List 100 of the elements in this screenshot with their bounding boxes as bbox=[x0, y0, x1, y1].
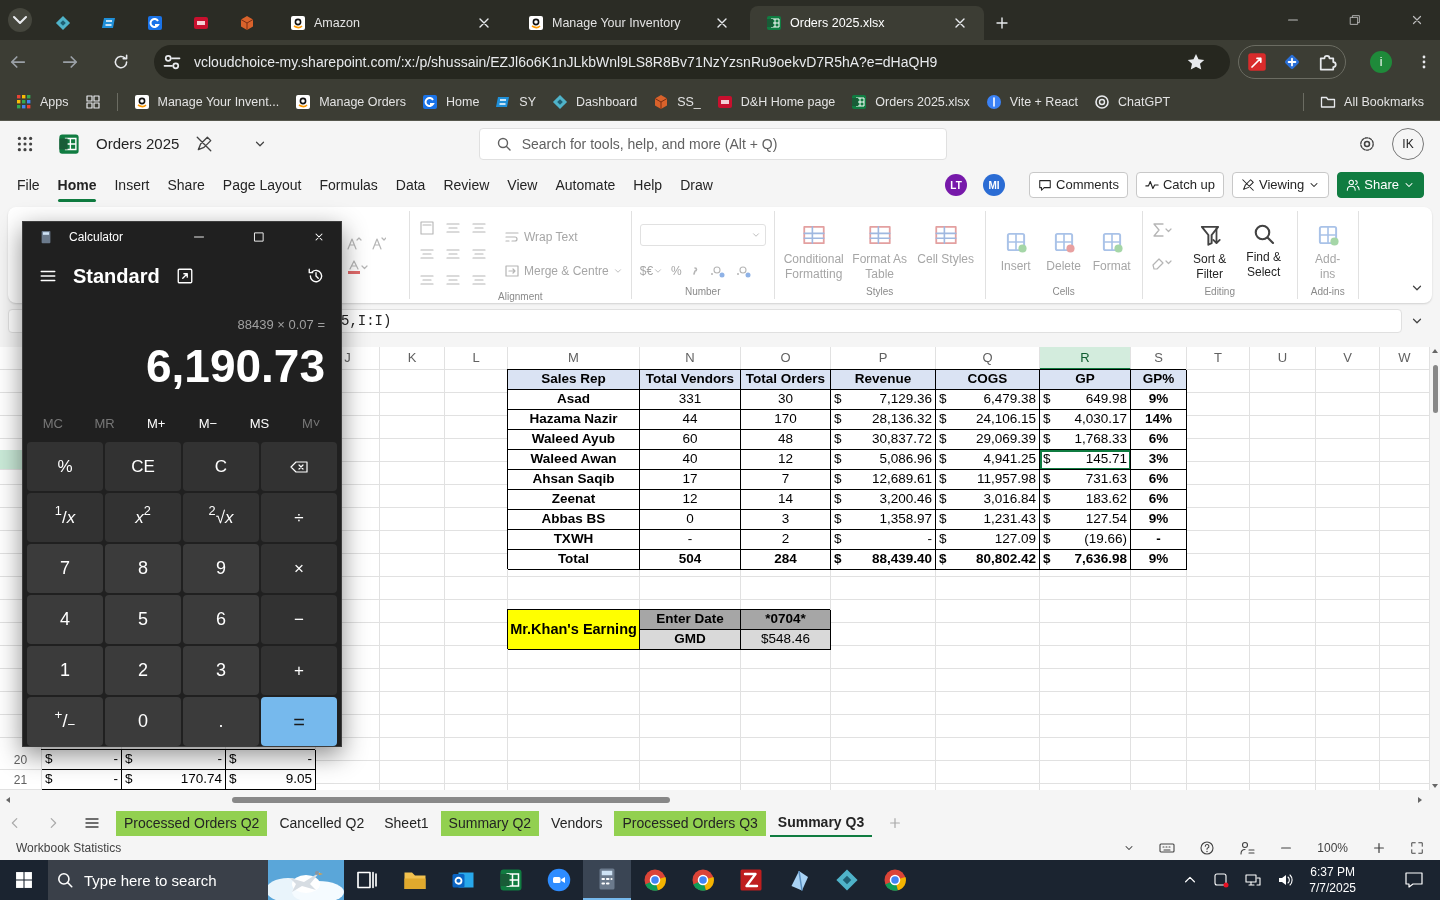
table-cell[interactable]: 12 bbox=[741, 450, 831, 470]
table-cell[interactable]: 48 bbox=[741, 430, 831, 450]
table-cell[interactable]: $ 3,200.46 bbox=[831, 490, 936, 510]
table-cell[interactable]: 0 bbox=[640, 510, 741, 530]
browser-tab[interactable]: Amazon bbox=[274, 6, 508, 40]
table-cell[interactable]: $ 7,129.36 bbox=[831, 390, 936, 410]
table-cell[interactable]: $ - bbox=[831, 530, 936, 550]
bookmark-link[interactable]: D&H Home page bbox=[716, 92, 836, 112]
calculator-key[interactable]: × bbox=[261, 544, 337, 593]
memory-button[interactable]: M− bbox=[182, 412, 234, 434]
sheet-tab[interactable]: Vendors bbox=[543, 810, 611, 836]
table-cell[interactable]: $ 11,957.98 bbox=[936, 470, 1040, 490]
menu-tab[interactable]: Insert bbox=[105, 170, 159, 200]
table-cell[interactable]: 331 bbox=[640, 390, 741, 410]
table-cell[interactable]: $ 3,016.84 bbox=[936, 490, 1040, 510]
document-title[interactable]: Orders 2025 bbox=[96, 132, 180, 156]
table-cell[interactable]: $ 4,030.17 bbox=[1040, 410, 1131, 430]
table-cell[interactable]: $ 9.05 bbox=[226, 770, 316, 790]
table-cell[interactable]: 6% bbox=[1131, 490, 1187, 510]
menu-tab[interactable]: File bbox=[8, 170, 49, 200]
column-heading[interactable]: COGS bbox=[936, 370, 1040, 390]
bookmark-link[interactable]: Apps bbox=[16, 92, 69, 112]
table-cell[interactable]: 44 bbox=[640, 410, 741, 430]
table-cell[interactable]: $ 80,802.42 bbox=[936, 550, 1040, 570]
calculator-key[interactable]: 1 bbox=[27, 646, 103, 695]
column-heading[interactable]: Total Orders bbox=[741, 370, 831, 390]
table-cell[interactable]: Waleed Awan bbox=[508, 450, 640, 470]
menu-tab[interactable]: Home bbox=[48, 170, 106, 200]
memory-button[interactable]: M+ bbox=[130, 412, 182, 434]
table-cell[interactable]: 2 bbox=[741, 530, 831, 550]
table-cell[interactable]: 6% bbox=[1131, 430, 1187, 450]
table-cell[interactable]: $548.46 bbox=[741, 630, 831, 650]
share-button[interactable]: Share bbox=[1337, 172, 1424, 198]
calculator-key[interactable]: x$^{2}$ bbox=[105, 493, 181, 542]
table-cell[interactable]: 7 bbox=[741, 470, 831, 490]
column-heading[interactable]: Sales Rep bbox=[508, 370, 640, 390]
catchup-button[interactable]: Catch up bbox=[1135, 172, 1224, 198]
table-cell[interactable]: 504 bbox=[640, 550, 741, 570]
table-cell[interactable]: $ 29,069.39 bbox=[936, 430, 1040, 450]
calculator-key[interactable]: 8 bbox=[105, 544, 181, 593]
browser-tab[interactable]: Manage Your Inventory bbox=[512, 6, 746, 40]
calculator-key[interactable]: 7 bbox=[27, 544, 103, 593]
bookmark-link[interactable]: ChatGPT bbox=[1094, 92, 1171, 112]
calculator-key[interactable]: % bbox=[27, 442, 103, 491]
table-cell[interactable]: - bbox=[1131, 530, 1187, 550]
table-cell[interactable]: $ 1,358.97 bbox=[831, 510, 936, 530]
column-heading[interactable]: Revenue bbox=[831, 370, 936, 390]
calculator-key[interactable]: 2 bbox=[105, 646, 181, 695]
taskbar-search-box[interactable]: Type here to search bbox=[48, 860, 343, 900]
table-cell[interactable]: 14% bbox=[1131, 410, 1187, 430]
calculator-key[interactable]: ÷ bbox=[261, 493, 337, 542]
bookmark-link[interactable]: Dashboard bbox=[552, 92, 638, 112]
ribbon-button[interactable]: Sort & Filter bbox=[1184, 221, 1235, 282]
calculator-key[interactable]: C bbox=[183, 442, 259, 491]
table-cell[interactable]: 60 bbox=[640, 430, 741, 450]
calculator-key[interactable]: 4 bbox=[27, 595, 103, 644]
table-cell[interactable]: 3% bbox=[1131, 450, 1187, 470]
bookmark-link[interactable]: Orders 2025.xlsx bbox=[851, 92, 970, 112]
calculator-key[interactable]: . bbox=[183, 697, 259, 746]
search-field[interactable]: Search for tools, help, and more (Alt + Q) bbox=[519, 130, 930, 158]
menu-tab[interactable]: Page Layout bbox=[213, 170, 311, 200]
memory-button[interactable]: MS bbox=[233, 412, 286, 434]
table-cell[interactable]: 3 bbox=[741, 510, 831, 530]
table-cell[interactable]: $ 649.98 bbox=[1040, 390, 1131, 410]
calculator-key[interactable]: 6 bbox=[183, 595, 259, 644]
table-cell[interactable]: 14 bbox=[741, 490, 831, 510]
comments-button[interactable]: Comments bbox=[1029, 172, 1128, 198]
table-cell[interactable]: $ 1,768.33 bbox=[1040, 430, 1131, 450]
table-cell[interactable]: $ 4,941.25 bbox=[936, 450, 1040, 470]
menu-tab[interactable]: Help bbox=[624, 170, 672, 200]
menu-tab[interactable]: Share bbox=[158, 170, 214, 200]
table-cell[interactable]: $ 183.62 bbox=[1040, 490, 1131, 510]
table-cell[interactable]: $ - bbox=[226, 750, 316, 770]
table-cell[interactable]: 12 bbox=[640, 490, 741, 510]
menu-tab[interactable]: Review bbox=[434, 170, 499, 200]
table-cell[interactable]: 9% bbox=[1131, 510, 1187, 530]
bookmark-link[interactable]: Vite + React bbox=[985, 92, 1078, 112]
sheet-tab[interactable]: Sheet1 bbox=[376, 810, 437, 836]
bookmark-link[interactable]: Home bbox=[422, 92, 480, 112]
earning-label[interactable]: Mr.Khan's Earning bbox=[508, 610, 640, 650]
table-cell[interactable]: Total bbox=[508, 550, 640, 570]
sheet-tab[interactable]: Processed Orders Q2 bbox=[116, 810, 268, 836]
calculator-key[interactable]: CE bbox=[105, 442, 181, 491]
zoom-level[interactable]: 100% bbox=[1317, 839, 1348, 857]
table-cell[interactable]: $ 1,231.43 bbox=[936, 510, 1040, 530]
calculator-key[interactable]: − bbox=[261, 595, 337, 644]
table-cell[interactable]: Asad bbox=[508, 390, 640, 410]
menu-tab[interactable]: Automate bbox=[546, 170, 625, 200]
table-cell[interactable]: $ 5,086.96 bbox=[831, 450, 936, 470]
table-cell[interactable]: $ 170.74 bbox=[122, 770, 226, 790]
ribbon-button[interactable]: Find & Select bbox=[1238, 221, 1289, 280]
column-heading[interactable]: Total Vendors bbox=[640, 370, 741, 390]
table-cell[interactable]: $ 6,479.38 bbox=[936, 390, 1040, 410]
table-cell[interactable]: GMD bbox=[640, 630, 741, 650]
table-cell[interactable]: - bbox=[640, 530, 741, 550]
table-cell[interactable]: 9% bbox=[1131, 390, 1187, 410]
calculator-key[interactable]: $^{1}$/x bbox=[27, 493, 103, 542]
sheet-tab[interactable]: Summary Q2 bbox=[440, 810, 540, 836]
calculator-key[interactable]: = bbox=[261, 697, 337, 746]
table-cell[interactable]: $ 127.54 bbox=[1040, 510, 1131, 530]
